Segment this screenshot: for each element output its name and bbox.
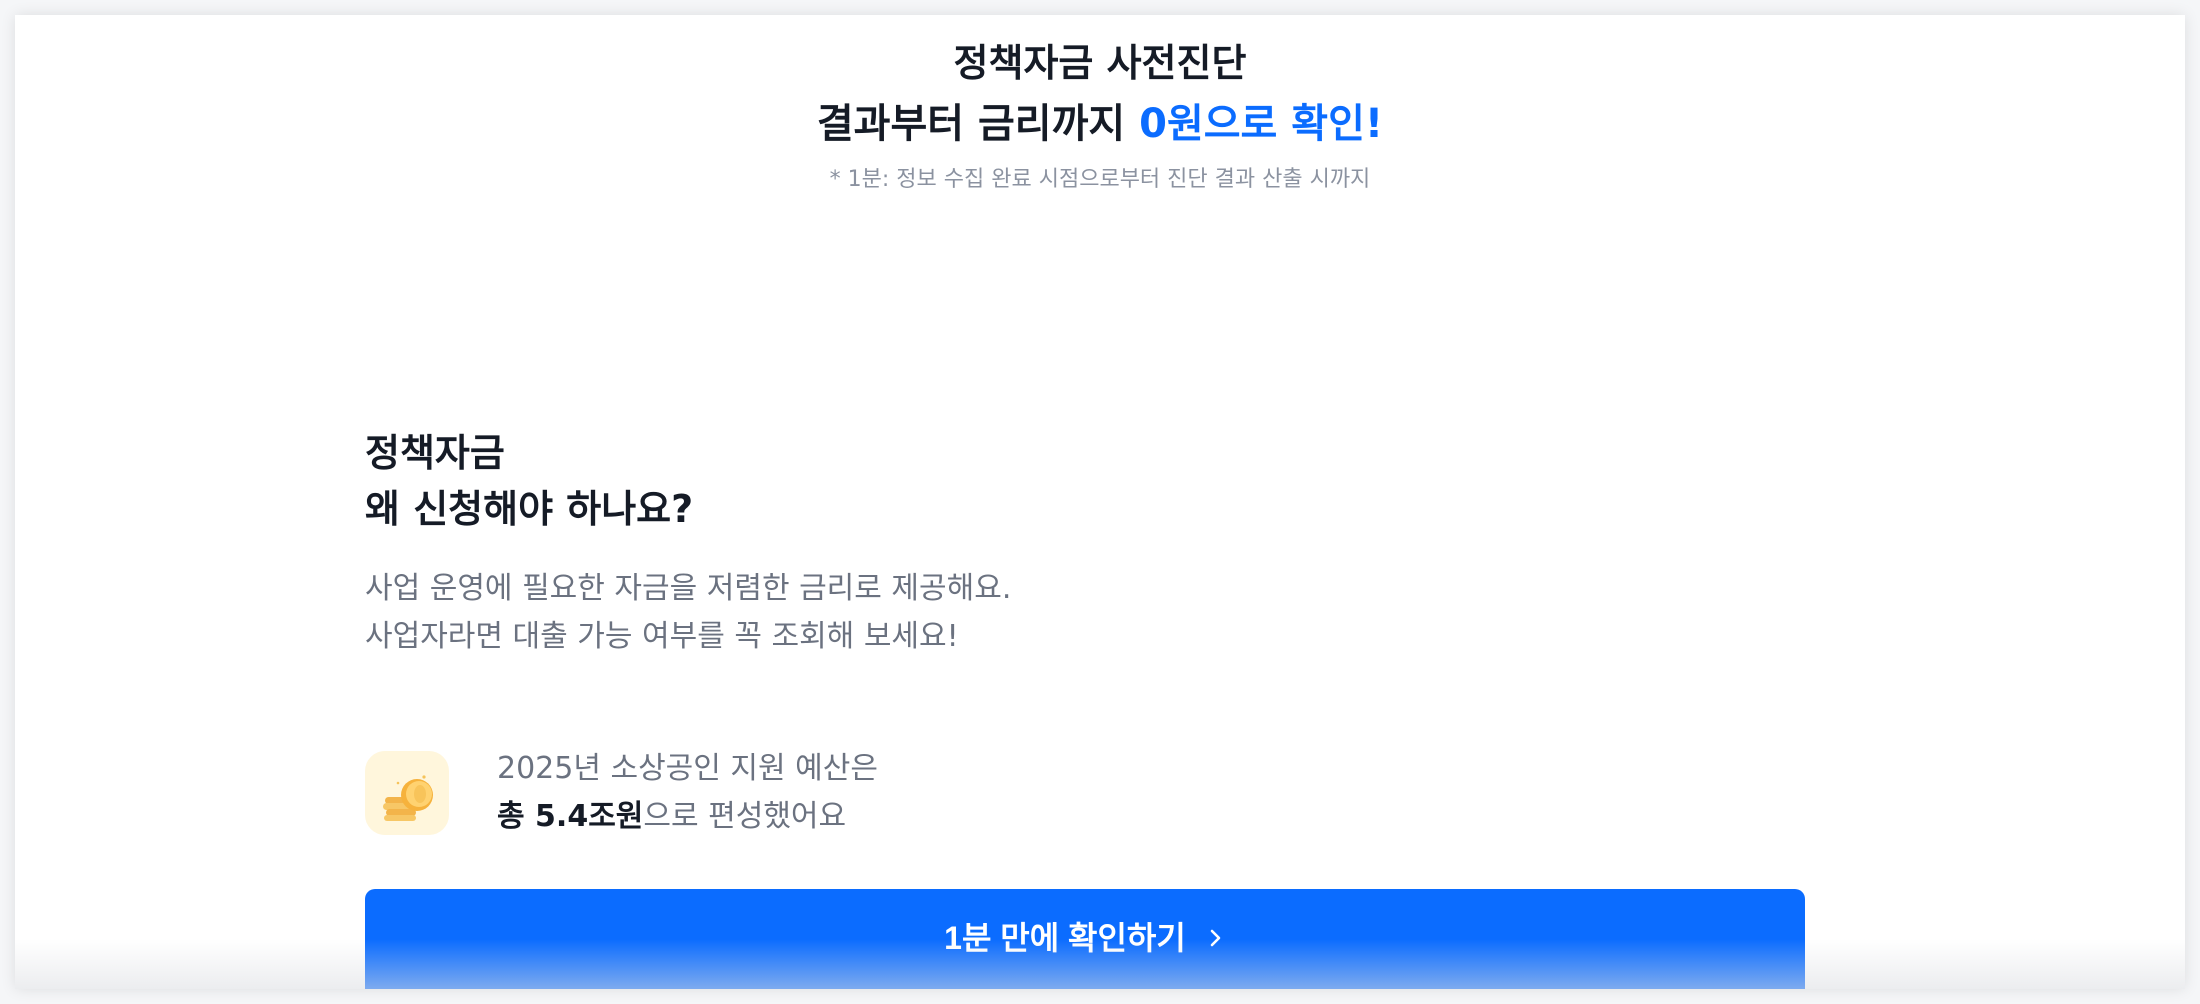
why-section: 정책자금 왜 신청해야 하나요? 사업 운영에 필요한 자금을 저렴한 금리로 … xyxy=(365,425,1805,661)
budget-info-row: 2025년 소상공인 지원 예산은 총 5.4조원으로 편성했어요 xyxy=(365,750,878,836)
hero-title-line1: 정책자금 사전진단 xyxy=(953,41,1247,85)
budget-line2: 총 5.4조원으로 편성했어요 xyxy=(497,793,878,841)
coin-stack-icon xyxy=(365,751,449,835)
why-desc-line2: 사업자라면 대출 가능 여부를 꼭 조회해 보세요! xyxy=(365,619,959,654)
hero-title-accent: 0원으로 확인! xyxy=(1139,101,1384,147)
cta-content: 1분 만에 확인하기 xyxy=(944,916,1226,960)
chevron-right-icon xyxy=(1206,924,1226,952)
hero-footnote: * 1분: 정보 수집 완료 시점으로부터 진단 결과 산출 시까지 xyxy=(829,167,1371,192)
why-title-line2: 왜 신청해야 하나요? xyxy=(365,487,694,531)
budget-amount: 총 5.4조원 xyxy=(497,799,644,834)
budget-line1: 2025년 소상공인 지원 예산은 xyxy=(497,751,878,786)
budget-line2-rest: 으로 편성했어요 xyxy=(643,799,847,834)
why-title-line1: 정책자금 xyxy=(365,431,505,475)
budget-text: 2025년 소상공인 지원 예산은 총 5.4조원으로 편성했어요 xyxy=(497,745,878,841)
hero-title-prefix: 결과부터 금리까지 xyxy=(816,101,1140,147)
cta-label: 1분 만에 확인하기 xyxy=(944,920,1186,956)
hero-title-line2: 결과부터 금리까지 0원으로 확인! xyxy=(15,93,2185,155)
check-in-one-minute-button[interactable]: 1분 만에 확인하기 xyxy=(365,889,1805,989)
why-description: 사업 운영에 필요한 자금을 저렴한 금리로 제공해요. 사업자라면 대출 가능… xyxy=(365,565,1805,661)
why-desc-line1: 사업 운영에 필요한 자금을 저렴한 금리로 제공해요. xyxy=(365,571,1012,606)
page-container: 정책자금 사전진단 결과부터 금리까지 0원으로 확인! * 1분: 정보 수집… xyxy=(15,15,2185,989)
hero-section: 정책자금 사전진단 결과부터 금리까지 0원으로 확인! * 1분: 정보 수집… xyxy=(15,33,2185,195)
